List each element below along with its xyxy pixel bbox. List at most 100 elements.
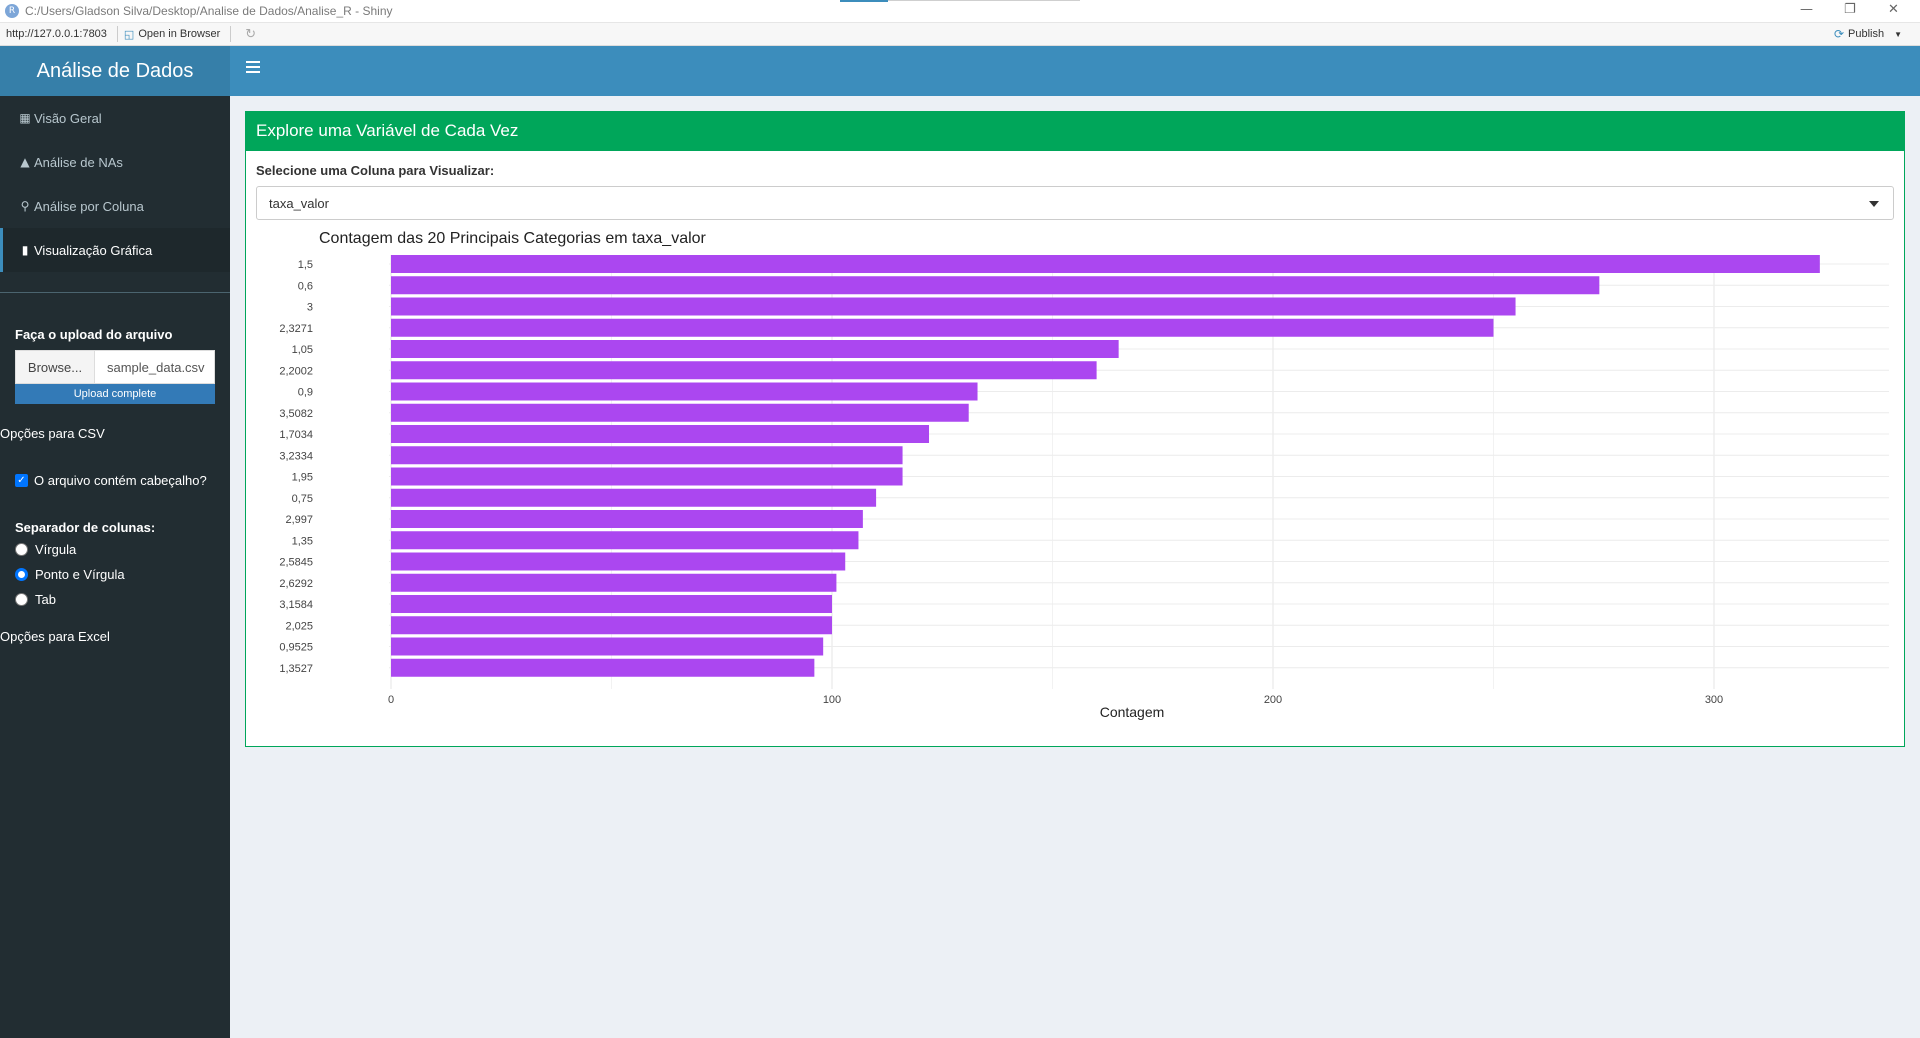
bar[interactable] (391, 403, 969, 422)
select-label: Selecione uma Coluna para Visualizar: (256, 163, 495, 178)
address-divider-2 (230, 26, 232, 42)
sidebar-item-analise-coluna[interactable]: ⚲ Análise por Coluna (0, 184, 230, 228)
radio-virgula[interactable]: Vírgula (0, 537, 230, 562)
bar[interactable] (391, 382, 978, 401)
r-app-icon: R (5, 4, 19, 18)
address-bar: http://127.0.0.1:7803 ◱ Open in Browser … (0, 23, 1920, 46)
radio-label: Tab (35, 592, 56, 607)
radio-button-selected[interactable] (15, 568, 28, 581)
minimize-icon[interactable]: — (1800, 2, 1813, 17)
bar[interactable] (391, 531, 859, 550)
address-divider (116, 26, 118, 42)
sidebar-item-visualizacao-grafica[interactable]: ▮ Visualização Gráfica (0, 228, 230, 272)
bar[interactable] (391, 552, 846, 571)
y-tick-label: 1,05 (292, 344, 313, 356)
bar[interactable] (391, 573, 837, 592)
y-tick-label: 2,5845 (279, 557, 313, 569)
radio-label: Vírgula (35, 542, 77, 557)
explore-box: Explore uma Variável de Cada Vez Selecio… (245, 111, 1905, 747)
chart-title: Contagem das 20 Principais Categorias em… (319, 230, 707, 247)
y-tick-label: 0,9525 (279, 642, 313, 654)
bar[interactable] (391, 255, 1820, 273)
sidebar-item-analise-nas[interactable]: ▲ Análise de NAs (0, 140, 230, 184)
y-tick-label: 2,025 (285, 620, 313, 632)
y-tick-label: 1,3527 (279, 663, 313, 675)
bar[interactable] (391, 595, 832, 613)
tab-divider (888, 0, 1080, 1)
open-in-browser-button[interactable]: ◱ Open in Browser (124, 28, 220, 41)
bar[interactable] (391, 658, 815, 677)
sidebar-item-label: Visualização Gráfica (34, 242, 153, 258)
y-tick-label: 0,75 (292, 493, 313, 505)
header-navbar (230, 46, 1920, 96)
app-logo[interactable]: Análise de Dados (0, 46, 230, 96)
x-tick-label: 100 (823, 694, 841, 706)
radio-button[interactable] (15, 593, 28, 606)
sidebar-item-label: Análise por Coluna (34, 198, 144, 214)
url-field[interactable]: http://127.0.0.1:7803 (6, 28, 107, 40)
x-tick-label: 200 (1264, 694, 1282, 706)
bar-chart-svg: Contagem das 20 Principais Categorias em… (279, 230, 1889, 720)
file-input[interactable]: Browse... sample_data.csv (15, 350, 215, 384)
bar[interactable] (391, 361, 1097, 380)
upload-label: Faça o upload do arquivo (15, 327, 173, 342)
radio-label: Ponto e Vírgula (35, 567, 125, 582)
bar[interactable] (391, 340, 1119, 358)
window-titlebar: R C:/Users/Gladson Silva/Desktop/Analise… (0, 0, 1920, 23)
y-tick-label: 3,2334 (279, 450, 313, 462)
x-axis-label: Contagem (1100, 704, 1165, 720)
y-tick-label: 2,3271 (279, 323, 313, 335)
excel-options-heading: Opções para Excel (0, 629, 110, 644)
bar[interactable] (391, 297, 1516, 316)
bar-chart: Contagem das 20 Principais Categorias em… (246, 219, 1904, 739)
y-tick-label: 2,997 (285, 514, 313, 526)
y-tick-label: 1,95 (292, 472, 313, 484)
warning-icon: ▲ (20, 155, 30, 169)
tab-indicator (840, 0, 888, 2)
bar[interactable] (391, 510, 863, 528)
publish-button[interactable]: ⟳ Publish ▼ (1834, 27, 1902, 41)
search-plus-icon: ⚲ (20, 199, 30, 213)
column-select[interactable]: taxa_valor (256, 186, 1894, 220)
bar[interactable] (391, 446, 903, 465)
refresh-icon[interactable]: ↻ (245, 27, 256, 42)
file-name-field[interactable]: sample_data.csv (95, 350, 215, 384)
radio-ponto-virgula[interactable]: Ponto e Vírgula (0, 562, 230, 587)
y-tick-label: 2,2002 (279, 365, 313, 377)
bar[interactable] (391, 425, 930, 443)
bar[interactable] (391, 467, 903, 486)
y-tick-label: 1,5 (298, 259, 313, 271)
header-checkbox-row[interactable]: ✓ O arquivo contém cabeçalho? (0, 473, 230, 488)
sidebar-divider (0, 292, 230, 293)
bar[interactable] (391, 276, 1600, 295)
bar[interactable] (391, 616, 832, 635)
chevron-down-icon (1869, 201, 1879, 207)
publish-icon: ⟳ (1833, 27, 1844, 41)
upload-progress-bar: Upload complete (15, 384, 215, 404)
browser-icon: ◱ (123, 27, 135, 41)
y-tick-label: 3,5082 (279, 408, 313, 420)
sidebar: ▦ Visão Geral ▲ Análise de NAs ⚲ Análise… (0, 96, 230, 1038)
header-checkbox[interactable]: ✓ (15, 474, 28, 487)
bar[interactable] (391, 637, 824, 656)
y-tick-label: 0,9 (298, 387, 313, 399)
radio-tab[interactable]: Tab (0, 587, 230, 612)
y-tick-label: 3,1584 (279, 599, 313, 611)
window-title: C:/Users/Gladson Silva/Desktop/Analise d… (25, 4, 393, 18)
radio-button[interactable] (15, 543, 28, 556)
chevron-down-icon: ▼ (1894, 29, 1902, 39)
x-tick-label: 300 (1705, 694, 1723, 706)
y-tick-label: 0,6 (298, 280, 313, 292)
y-tick-label: 1,7034 (279, 429, 313, 441)
close-icon[interactable]: ✕ (1888, 2, 1899, 17)
open-in-browser-label: Open in Browser (138, 28, 221, 40)
sidebar-toggle-icon[interactable] (246, 61, 260, 73)
browse-button[interactable]: Browse... (15, 350, 95, 384)
sidebar-item-visao-geral[interactable]: ▦ Visão Geral (0, 96, 230, 140)
column-select-value: taxa_valor (269, 195, 329, 211)
restore-icon[interactable]: ❐ (1844, 2, 1856, 17)
bar[interactable] (391, 318, 1494, 337)
y-tick-label: 1,35 (292, 535, 313, 547)
x-tick-label: 0 (388, 694, 394, 706)
bar[interactable] (391, 488, 877, 507)
